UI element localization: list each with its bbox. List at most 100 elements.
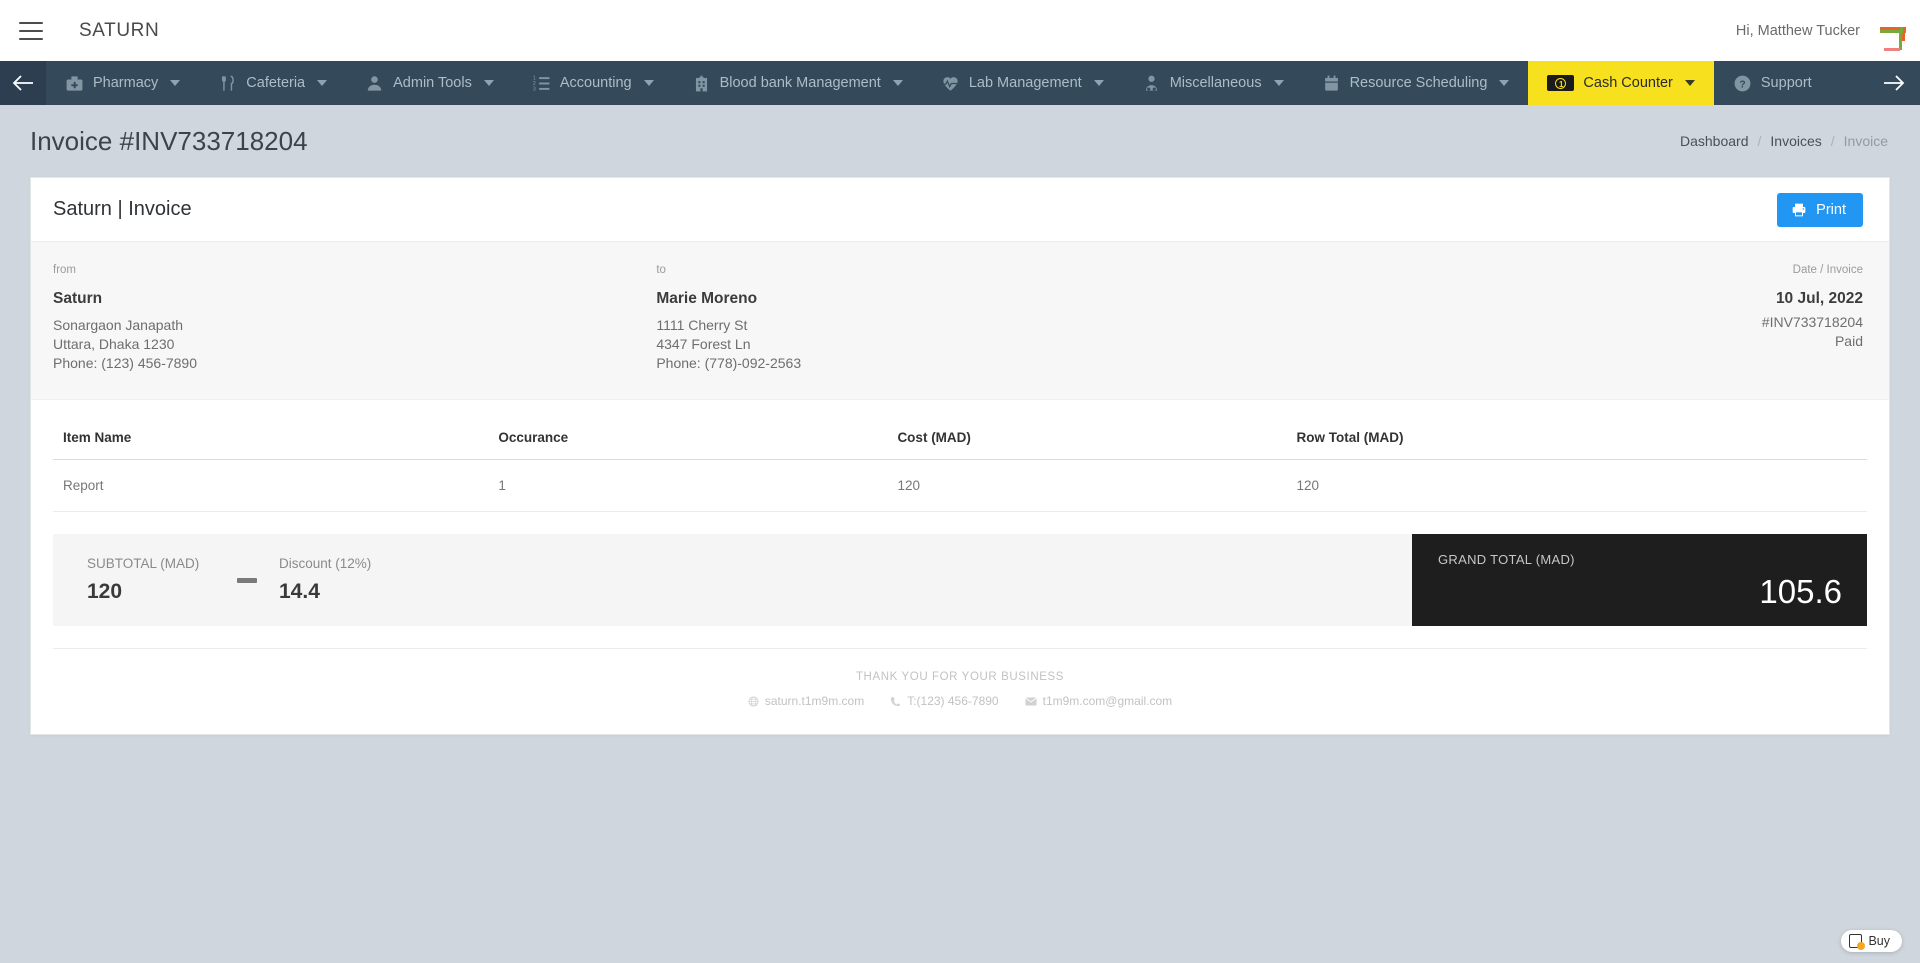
chevron-down-icon	[1093, 80, 1104, 86]
heartbeat-icon	[942, 76, 958, 91]
thank-you-text: THANK YOU FOR YOUR BUSINESS	[855, 671, 1065, 683]
nav-item-label: Lab Management	[968, 75, 1082, 91]
invoice-totals: SUBTOTAL (MAD) 120 Discount (12%) 14.4 G…	[53, 534, 1867, 626]
nav-item-support[interactable]: ? Support	[1714, 61, 1831, 105]
nav-item-lab-management[interactable]: Lab Management	[922, 61, 1123, 105]
column-header-row-total: Row Total (MAD)	[1286, 422, 1867, 460]
nav-scroll-left-button[interactable]	[0, 61, 46, 105]
meta-label: Date / Invoice	[1792, 264, 1863, 276]
invoice-to-block: to Marie Moreno 1111 Cherry St 4347 Fore…	[656, 264, 1259, 373]
invoice-card-header: Saturn | Invoice Print	[31, 178, 1889, 242]
nav-item-label: Miscellaneous	[1169, 75, 1262, 91]
ordered-list-icon: 1 2 3	[533, 75, 550, 92]
from-name: Saturn	[53, 290, 103, 307]
medical-kit-icon	[66, 75, 83, 91]
hamburger-icon[interactable]	[19, 21, 43, 40]
money-bill-icon: 1	[1547, 75, 1575, 91]
hamburger-line	[19, 29, 43, 32]
footer-phone: T:(123) 456-7890	[890, 694, 999, 708]
corner-logo-icon[interactable]	[1878, 11, 1914, 51]
totals-breakdown: SUBTOTAL (MAD) 120 Discount (12%) 14.4	[53, 534, 1412, 626]
nav-item-blood-bank-management[interactable]: Blood bank Management	[673, 61, 922, 105]
breadcrumb-item-dashboard[interactable]: Dashboard	[1680, 133, 1749, 149]
nav-item-accounting[interactable]: 1 2 3 Accounting	[513, 61, 673, 105]
top-bar-right: Hi, Matthew Tucker	[1736, 11, 1920, 51]
calendar-icon	[1324, 75, 1338, 91]
status-badge: Paid	[1834, 333, 1863, 349]
column-header-cost: Cost (MAD)	[887, 422, 1287, 460]
from-label: from	[53, 264, 76, 276]
chevron-down-icon	[483, 80, 494, 86]
breadcrumb: Dashboard / Invoices / Invoice	[1680, 133, 1888, 149]
nav-item-admin-tools[interactable]: Admin Tools	[346, 61, 513, 105]
subtotal-block: SUBTOTAL (MAD) 120	[87, 556, 237, 604]
footer-website-label: saturn.t1m9m.com	[764, 694, 865, 708]
page-title: Invoice #INV733718204	[30, 125, 308, 156]
document-buy-icon	[1849, 934, 1866, 950]
doctor-icon	[1145, 75, 1157, 91]
footer-email[interactable]: t1m9m.com@gmail.com	[1025, 694, 1173, 708]
to-name: Marie Moreno	[656, 290, 758, 307]
fork-knife-icon	[222, 75, 235, 91]
discount-value: 14.4	[279, 580, 320, 603]
invoice-items-table: Item Name Occurance Cost (MAD) Row Total…	[53, 422, 1867, 512]
invoice-address-strip: from Saturn Sonargaon Janapath Uttara, D…	[31, 242, 1889, 400]
minus-sign-icon	[237, 577, 257, 583]
breadcrumb-item-invoice: Invoice	[1843, 133, 1888, 149]
chevron-down-icon	[317, 80, 328, 86]
svg-text:?: ?	[1739, 79, 1745, 90]
to-label: to	[656, 264, 666, 276]
nav-item-pharmacy[interactable]: Pharmacy	[46, 61, 199, 105]
buy-label: Buy	[1868, 934, 1890, 948]
invoice-meta-block: Date / Invoice 10 Jul, 2022 #INV73371820…	[1260, 264, 1863, 373]
print-button[interactable]: Print	[1777, 192, 1863, 227]
hospital-icon	[695, 75, 707, 91]
invoice-card: Saturn | Invoice Print from Saturn Sonar…	[30, 177, 1890, 735]
from-line: Uttara, Dhaka 1230	[53, 336, 175, 352]
nav-item-cafeteria[interactable]: Cafeteria	[199, 61, 346, 105]
from-line: Sonargaon Janapath	[53, 317, 183, 333]
breadcrumb-separator: /	[1830, 133, 1835, 149]
envelope-icon	[1025, 697, 1037, 705]
chevron-down-icon	[1273, 80, 1284, 86]
user-greeting: Hi, Matthew Tucker	[1735, 22, 1860, 39]
to-line: 1111 Cherry St	[656, 317, 748, 333]
cell-cost: 120	[887, 459, 1287, 512]
breadcrumb-item-invoices[interactable]: Invoices	[1770, 133, 1821, 149]
table-header-row: Item Name Occurance Cost (MAD) Row Total…	[53, 422, 1867, 460]
main-navigation: Pharmacy Cafeteria Admin Tools 1 2 3 Acc…	[0, 61, 1920, 105]
cell-row-total: 120	[1286, 459, 1867, 512]
nav-item-label: Support	[1760, 75, 1812, 91]
nav-item-cash-counter[interactable]: 1 Cash Counter	[1528, 61, 1714, 105]
breadcrumb-separator: /	[1757, 133, 1762, 149]
column-header-occurance: Occurance	[488, 422, 888, 460]
from-line: Phone: (123) 456-7890	[53, 355, 197, 371]
nav-item-miscellaneous[interactable]: Miscellaneous	[1123, 61, 1303, 105]
nav-item-label: Pharmacy	[93, 75, 159, 91]
invoice-footer: THANK YOU FOR YOUR BUSINESS saturn.t1m9m…	[53, 648, 1867, 734]
invoice-number: #INV733718204	[1761, 314, 1863, 330]
nav-scroll-right-button[interactable]	[1868, 61, 1920, 105]
subtotal-value: 120	[87, 580, 123, 603]
arrow-right-icon	[1884, 75, 1905, 91]
hamburger-line	[19, 21, 43, 24]
invoice-card-title: Saturn | Invoice	[53, 198, 192, 220]
footer-website[interactable]: saturn.t1m9m.com	[748, 694, 864, 708]
buy-widget-button[interactable]: Buy	[1841, 930, 1902, 952]
nav-item-label: Admin Tools	[393, 75, 472, 91]
nav-item-resource-scheduling[interactable]: Resource Scheduling	[1303, 61, 1529, 105]
subtotal-label: SUBTOTAL (MAD)	[87, 556, 200, 571]
brand-title: SATURN	[79, 19, 160, 41]
chevron-down-icon	[170, 80, 181, 86]
cell-occurance: 1	[488, 459, 888, 512]
grand-total-block: GRAND TOTAL (MAD) 105.6	[1412, 534, 1867, 626]
grand-total-label: GRAND TOTAL (MAD)	[1438, 552, 1575, 567]
nav-item-label: Resource Scheduling	[1349, 75, 1488, 91]
nav-item-label: Cash Counter	[1583, 75, 1673, 91]
chevron-down-icon	[1684, 80, 1695, 86]
table-row: Report 1 120 120	[53, 459, 1867, 512]
nav-item-label: Blood bank Management	[719, 75, 881, 91]
print-button-label: Print	[1816, 201, 1846, 218]
globe-icon	[748, 695, 759, 707]
footer-email-label: t1m9m.com@gmail.com	[1042, 694, 1173, 708]
